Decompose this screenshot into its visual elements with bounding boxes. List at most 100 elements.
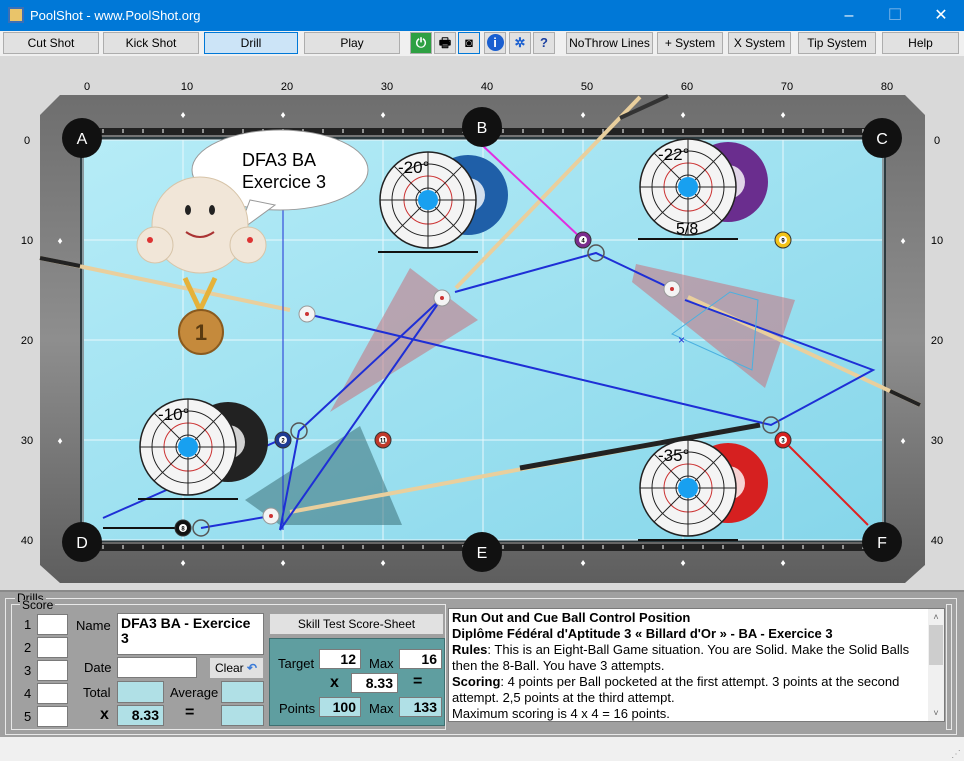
minimize-button[interactable]: – <box>826 0 872 31</box>
help-document-icon[interactable]: ? <box>533 32 555 54</box>
diamond-marker: ♦ <box>380 558 385 569</box>
y-tick-label: 0 <box>934 135 940 147</box>
info-icon[interactable]: i <box>486 34 504 51</box>
diamond-marker: ♦ <box>780 110 785 121</box>
score-row-number: 1 <box>24 617 32 632</box>
date-field[interactable] <box>117 657 197 678</box>
date-label: Date <box>84 660 112 675</box>
max-label: Max <box>369 656 394 671</box>
y-tick-label: 40 <box>931 535 943 547</box>
pocket-label: C <box>876 131 888 148</box>
scrollbar-thumb[interactable] <box>929 625 943 665</box>
clear-button[interactable]: Clear ↶ <box>210 658 263 678</box>
rules-text: : This is an Eight-Ball Game situation. … <box>452 642 910 673</box>
target-label: Target <box>278 656 315 671</box>
points-field[interactable]: 100 <box>319 697 361 717</box>
diamond-marker: ♦ <box>280 558 285 569</box>
power-icon[interactable]: ⏻ <box>410 32 432 54</box>
max-field[interactable]: 16 <box>399 649 442 669</box>
scoring-text: : 4 points per Ball pocketed at the firs… <box>452 674 900 705</box>
diamond-marker: ♦ <box>580 558 585 569</box>
diamond-marker: ♦ <box>180 558 185 569</box>
clear-label: Clear <box>215 661 244 675</box>
result-field[interactable] <box>221 705 264 726</box>
x-tick-label: 30 <box>381 81 393 93</box>
tip-system-button[interactable]: Tip System <box>798 32 876 54</box>
y-tick-label: 30 <box>21 435 33 447</box>
pocket-label: F <box>877 535 887 552</box>
diamond-marker: ♦ <box>900 436 905 447</box>
tip-contact-point <box>178 437 198 457</box>
pocket-label: E <box>477 545 488 562</box>
multiplier-field[interactable]: 8.33 <box>117 705 164 726</box>
kick-shot-button[interactable]: Kick Shot <box>103 32 199 54</box>
svg-text:1: 1 <box>195 320 207 345</box>
y-tick-label: 40 <box>21 535 33 547</box>
x-system-button[interactable]: X System <box>728 32 791 54</box>
description-scrollbar[interactable]: ˄ ˅ <box>928 609 944 721</box>
maximize-button[interactable]: ☐ <box>872 0 918 31</box>
spin-angle: -10° <box>158 405 189 424</box>
y-tick-label: 0 <box>24 135 30 147</box>
x-tick-label: 20 <box>281 81 293 93</box>
average-label: Average <box>170 685 219 700</box>
skill-test-score-sheet-button[interactable]: Skill Test Score-Sheet <box>270 614 443 634</box>
drill-description[interactable]: Run Out and Cue Ball Control Position Di… <box>448 608 945 722</box>
score-attempt-field[interactable] <box>37 660 68 681</box>
title-bar: PoolShot - www.PoolShot.org – ☐ ✕ <box>0 0 964 31</box>
diamond-marker: ♦ <box>780 558 785 569</box>
toolbar: Cut Shot Kick Shot Drill Play ⏻ 🖶 ◙ i ✲ … <box>0 31 964 56</box>
spin-angle: -35° <box>658 446 689 465</box>
equals-label: = <box>185 704 195 721</box>
y-tick-label: 10 <box>931 235 943 247</box>
total-field[interactable] <box>117 681 164 703</box>
cut-shot-button[interactable]: Cut Shot <box>3 32 99 54</box>
spin-angle: -20° <box>398 158 429 177</box>
score-attempt-field[interactable] <box>37 683 68 704</box>
help-button[interactable]: Help <box>882 32 959 54</box>
target-field[interactable]: 12 <box>319 649 361 669</box>
pocket-label: A <box>77 131 88 148</box>
rules-label: Rules <box>452 642 488 657</box>
ball-number: 11 <box>380 439 387 445</box>
average-field[interactable] <box>221 681 264 703</box>
camera-icon[interactable]: ◙ <box>458 32 480 54</box>
print-icon[interactable]: 🖶 <box>434 32 456 54</box>
score-row-number: 2 <box>24 640 32 655</box>
x-tick-label: 80 <box>881 81 893 93</box>
play-button[interactable]: Play <box>304 32 400 54</box>
max-label: Max <box>369 701 394 716</box>
tip-contact-point <box>678 177 698 197</box>
drill-button[interactable]: Drill <box>204 32 298 54</box>
name-label: Name <box>76 618 111 633</box>
app-icon <box>8 7 24 23</box>
score-row-number: 3 <box>24 663 32 678</box>
score-attempt-field[interactable] <box>37 706 68 727</box>
settings-icon[interactable]: ✲ <box>509 32 531 54</box>
pocket-label: D <box>76 535 88 552</box>
score-attempt-field[interactable] <box>37 637 68 658</box>
resize-grip-icon[interactable]: ⋰ <box>951 749 961 760</box>
drill-name-field[interactable]: DFA3 BA - Exercice 3 <box>117 613 264 655</box>
y-tick-label: 20 <box>21 335 33 347</box>
total-label: Total <box>83 685 111 700</box>
diamond-marker: ♦ <box>680 110 685 121</box>
multiplier-value[interactable]: 8.33 <box>351 673 398 693</box>
no-throw-lines-button[interactable]: NoThrow Lines <box>566 32 653 54</box>
score-sheet-panel: Target 12 Max 16 x 8.33 = Points 100 Max… <box>269 638 445 726</box>
pool-table[interactable]: 0 10 20 30 40 50 60 70 80 0 0 10 10 20 20 30 30 40 40 ♦ ♦ ♦ ♦ ♦… <box>0 56 964 590</box>
diamond-marker: ♦ <box>900 236 905 247</box>
diamond-marker: ♦ <box>57 236 62 247</box>
score-attempt-field[interactable] <box>37 614 68 635</box>
x-tick-label: 0 <box>84 81 90 93</box>
pool-table-area[interactable]: 0 10 20 30 40 50 60 70 80 0 0 10 10 20 20 30 30 40 40 ♦ ♦ ♦ ♦ ♦… <box>0 56 964 590</box>
y-tick-label: 10 <box>21 235 33 247</box>
x-tick-label: 40 <box>481 81 493 93</box>
points-max-field[interactable]: 133 <box>399 697 442 717</box>
x-tick-label: 60 <box>681 81 693 93</box>
score-row-number: 5 <box>24 709 32 724</box>
close-button[interactable]: ✕ <box>918 0 964 31</box>
plus-system-button[interactable]: + System <box>657 32 723 54</box>
y-tick-label: 20 <box>931 335 943 347</box>
spin-fraction: 5/8 <box>676 221 698 238</box>
